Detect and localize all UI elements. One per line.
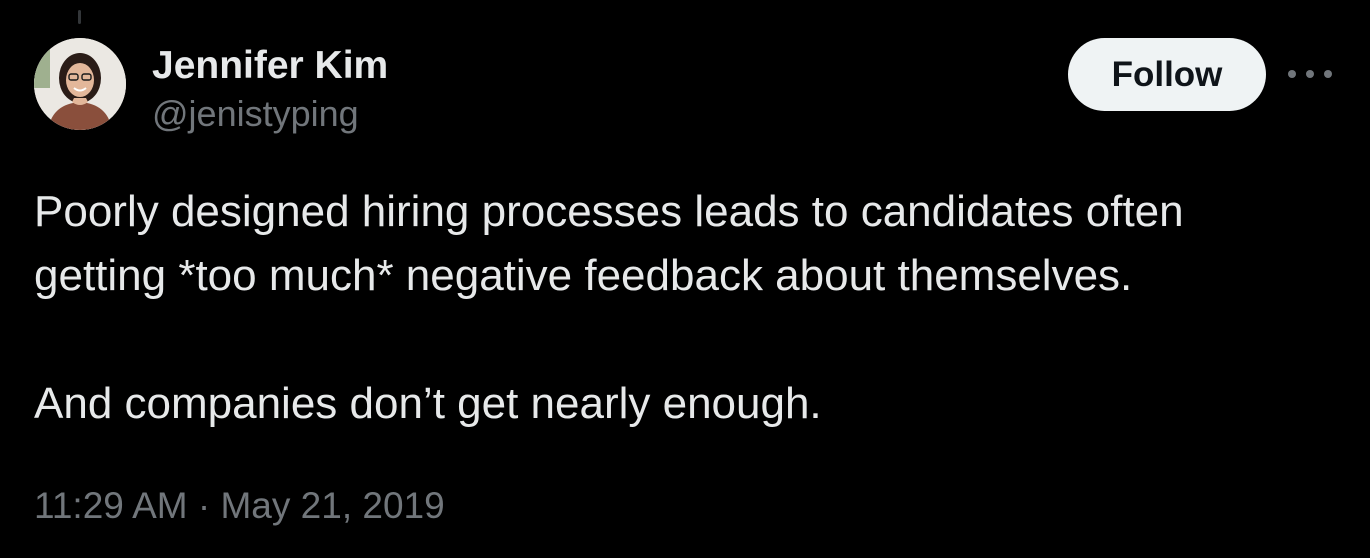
avatar-image bbox=[34, 38, 126, 130]
author-names: Jennifer Kim @jenistyping bbox=[152, 42, 388, 138]
tweet-text: Poorly designed hiring processes leads t… bbox=[34, 180, 1334, 436]
tweet-time-link[interactable]: 11:29 AM · May 21, 2019 bbox=[34, 485, 445, 526]
timestamp-separator: · bbox=[187, 485, 221, 526]
follow-button[interactable]: Follow bbox=[1068, 38, 1266, 111]
more-dot bbox=[1306, 70, 1314, 78]
tweet-time: 11:29 AM bbox=[34, 485, 188, 526]
avatar[interactable] bbox=[34, 38, 126, 130]
tweet-date: May 21, 2019 bbox=[220, 485, 445, 526]
thread-connector-line bbox=[78, 10, 81, 24]
author-handle[interactable]: @jenistyping bbox=[152, 90, 388, 138]
tweet-paragraph-1: Poorly designed hiring processes leads t… bbox=[34, 187, 1184, 300]
more-dot bbox=[1324, 70, 1332, 78]
tweet-paragraph-2: And companies don’t get nearly enough. bbox=[34, 379, 822, 428]
author-display-name[interactable]: Jennifer Kim bbox=[152, 42, 388, 90]
more-horizontal-icon[interactable] bbox=[1288, 62, 1332, 86]
more-dot bbox=[1288, 70, 1296, 78]
tweet-timestamp: 11:29 AM · May 21, 2019 bbox=[34, 478, 445, 534]
tweet-header: Jennifer Kim @jenistyping Follow bbox=[34, 38, 1336, 134]
